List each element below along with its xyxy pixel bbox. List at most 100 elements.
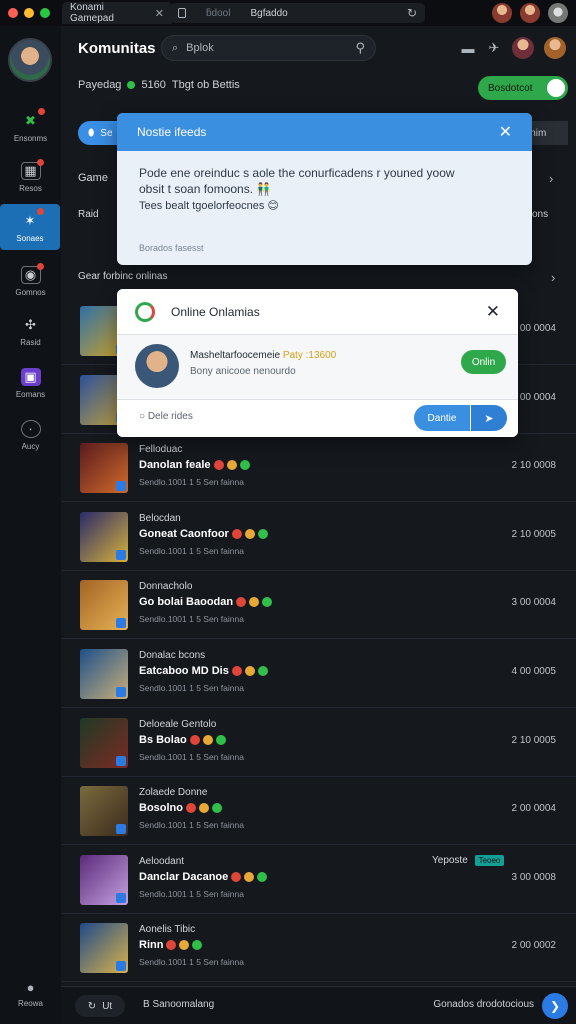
- game-thumbnail: [80, 923, 128, 973]
- game-row[interactable]: Aonelis Tibic Rinn Sendlo.1001 1 5 Sen fai…: [62, 914, 576, 982]
- close-icon[interactable]: ✕: [499, 122, 512, 142]
- sidebar-bottom-label: Reowa: [18, 999, 43, 1008]
- close-icon[interactable]: ✕: [486, 302, 500, 322]
- game-row[interactable]: Donalac bcons Eatcaboo MD Dis Sendlo.1001 …: [62, 640, 576, 708]
- sidebar-item-sonaes[interactable]: ✶ Sonaes: [0, 204, 60, 250]
- window-controls[interactable]: [0, 8, 50, 18]
- youtube-label-text: Yeposte: [432, 855, 468, 866]
- sub-header-right: Tbgt ob Bettis: [171, 79, 240, 91]
- tab-close-icon[interactable]: ✕: [155, 7, 164, 20]
- sidebar-item-gomnos[interactable]: ◉ Gomnos: [0, 258, 61, 304]
- raid-section-label: Raid: [78, 209, 99, 220]
- game-title-text: Danolan feale: [139, 459, 211, 471]
- footer-right-label: Gonados drodotocious: [433, 999, 534, 1010]
- search-placeholder: Bplok: [186, 42, 214, 54]
- controller-icon[interactable]: ▬: [460, 40, 476, 56]
- game-category: Donalac bcons: [139, 650, 206, 661]
- game-count: 3 00 0008: [511, 872, 557, 883]
- notification-modal: Nostie ifeeds ✕ Pode ene oreinduc s aole…: [117, 113, 532, 265]
- emoji-icon: [212, 803, 222, 814]
- tab-title: Konami Gamepad: [70, 2, 114, 24]
- game-row[interactable]: Zolaede Donne Bosolno Sendlo.1001 1 5 Sen …: [62, 777, 576, 845]
- game-row[interactable]: Belocdan Goneat Caonfoor Sendlo.1001 1 5 S…: [62, 503, 576, 571]
- sub-header-count: 5160: [141, 79, 166, 91]
- game-category: Aeloodant: [139, 856, 185, 867]
- game-title-text: Goneat Caonfoor: [139, 528, 229, 540]
- platform-badge-icon: [116, 481, 126, 491]
- game-category: Donnacholo: [139, 581, 193, 592]
- platform-badge-icon: [116, 893, 126, 903]
- footer-left-label: Ut: [102, 1000, 113, 1012]
- sidebar-item-resos[interactable]: ▦ Resos: [0, 154, 61, 200]
- game-row[interactable]: Felloduac Danolan feale Sendlo.1001 1 5 Se…: [62, 434, 576, 502]
- sidebar-bottom-item[interactable]: ● Reowa: [0, 980, 61, 1008]
- chevron-right-icon[interactable]: ›: [551, 270, 555, 285]
- emoji-icon: [231, 529, 242, 540]
- sidebar-item-rasid[interactable]: ✣ Rasid: [0, 308, 61, 354]
- sidebar-item-label: Gomnos: [15, 287, 46, 297]
- reload-icon[interactable]: ↻: [407, 6, 417, 20]
- close-window-button[interactable]: [8, 8, 18, 18]
- platform-badge-icon: [116, 618, 126, 628]
- emoji-icon: [202, 735, 213, 746]
- game-row[interactable]: Deloeale Gentolo Bs Bolao Sendlo.1001 1 5 …: [62, 709, 576, 777]
- sidebar-item-label: Eomans: [15, 389, 46, 399]
- footer-left-button[interactable]: ↻ Ut: [75, 995, 125, 1017]
- game-title: Eatcaboo MD Dis: [139, 665, 268, 677]
- user-avatar[interactable]: [8, 38, 52, 82]
- sidebar-item-label: Sonaes: [16, 233, 44, 243]
- online-modal-header: Online Onlamias ✕: [117, 289, 518, 335]
- game-thumbnail: [80, 512, 128, 562]
- footer-label: B Sanoomalang: [143, 999, 215, 1010]
- sidebar-item-eomans[interactable]: ▣ Eomans: [0, 360, 61, 406]
- wing-icon[interactable]: ✈: [486, 40, 502, 56]
- primary-button[interactable]: Dantie: [414, 405, 470, 431]
- sub-header: Payedag 5160 Tbgt ob Bettis: [78, 79, 240, 91]
- minimize-window-button[interactable]: [24, 8, 34, 18]
- game-meta: Sendlo.1001 1 5 Sen fainna: [139, 752, 244, 762]
- profile-avatar-2[interactable]: [520, 3, 540, 23]
- online-modal-search[interactable]: ○ Dele rides: [139, 411, 193, 422]
- profile-avatar-3[interactable]: [548, 3, 568, 23]
- notification-line-2: obsit t soan fomoons. 👬: [139, 182, 272, 197]
- sidebar-item-aucy[interactable]: · Aucy: [0, 412, 61, 458]
- address-bar[interactable]: ƃdool Bgfaddo ↻: [170, 3, 425, 23]
- sidebar-item-label: Rasid: [20, 337, 41, 347]
- game-meta: Sendlo.1001 1 5 Sen fainna: [139, 683, 244, 693]
- maximize-window-button[interactable]: [40, 8, 50, 18]
- emoji-icon: [179, 940, 190, 951]
- game-category: Belocdan: [139, 513, 181, 524]
- emoji-icon: [257, 529, 268, 540]
- send-icon[interactable]: ➤: [471, 405, 507, 431]
- status-toggle-label: Bosdotcot: [488, 82, 533, 94]
- game-title-text: Danclar Dacanoe: [139, 871, 229, 883]
- online-modal-footer: ○ Dele rides Dantie ➤: [117, 399, 518, 437]
- browser-tab[interactable]: Konami Gamepad ✕: [62, 2, 172, 24]
- forward-icon[interactable]: ❯: [542, 993, 568, 1019]
- friend-avatar-1[interactable]: [512, 37, 534, 59]
- game-row[interactable]: Donnacholo Go bolai Baoodan Sendlo.1001 1 …: [62, 571, 576, 639]
- game-section-label: Game: [78, 172, 108, 184]
- clock-icon: ·: [20, 419, 41, 438]
- notification-header: Nostie ifeeds ✕: [117, 113, 532, 151]
- emoji-icon: [166, 940, 177, 951]
- magnifier-icon[interactable]: ⚲: [355, 40, 365, 56]
- emoji-icon: [239, 460, 250, 471]
- online-button[interactable]: Onlin: [461, 350, 506, 374]
- chevron-right-icon[interactable]: ›: [549, 171, 553, 186]
- emoji-icon: [244, 666, 255, 677]
- star-icon: ✶: [20, 207, 44, 230]
- online-dot-icon: [127, 81, 136, 89]
- status-toggle-button[interactable]: Bosdotcot: [478, 76, 568, 100]
- game-count: 2 00 0002: [511, 940, 557, 951]
- friend-avatar-2[interactable]: [544, 37, 566, 59]
- raid-section-right: ons: [532, 209, 549, 220]
- game-count: 2 10 0005: [511, 735, 557, 746]
- profile-avatar-1[interactable]: [492, 3, 512, 23]
- sidebar-item-ensonms[interactable]: ✖ Ensonms: [0, 104, 61, 150]
- youtube-label: Yeposte Teoeo: [432, 855, 505, 866]
- game-meta: Sendlo.1001 1 5 Sen fainna: [139, 546, 244, 556]
- emoji-icon: [236, 597, 247, 608]
- platform-badge-icon: [116, 756, 126, 766]
- search-input[interactable]: ⌕ Bplok ⚲: [161, 35, 376, 61]
